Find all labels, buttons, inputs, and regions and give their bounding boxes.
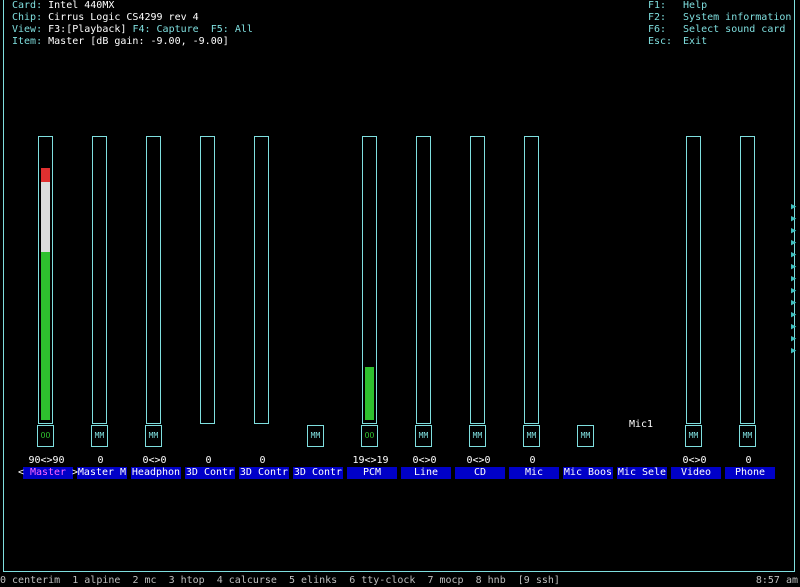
volume-fill-red	[41, 168, 50, 182]
volume-bar[interactable]	[686, 136, 701, 424]
mute-switch[interactable]: MM	[145, 425, 162, 447]
mute-switch[interactable]: OO	[361, 425, 378, 447]
volume-value: 0	[529, 455, 536, 466]
volume-bar[interactable]	[38, 136, 53, 424]
key-f1[interactable]: F1:	[648, 0, 677, 12]
view-playback[interactable]: F3:[Playback]	[48, 24, 126, 35]
card-value: Intel 440MX	[48, 0, 115, 11]
channel-name[interactable]: Mic Boos	[563, 467, 613, 479]
chip-label: Chip:	[12, 12, 43, 23]
scroll-arrow-icon: ▶	[791, 298, 797, 308]
channel-name[interactable]: 3D Contr	[239, 467, 289, 479]
mute-switch[interactable]: MM	[469, 425, 486, 447]
volume-value: 90<>90	[28, 455, 65, 466]
mute-switch[interactable]: OO	[37, 425, 54, 447]
nav-right-arrow: >	[72, 467, 79, 478]
key-f2-desc: System information	[683, 12, 792, 23]
chip-value: Cirrus Logic CS4299 rev 4	[48, 12, 199, 23]
mixer-info: Card: Intel 440MX Chip: Cirrus Logic CS4…	[12, 0, 253, 48]
volume-bar[interactable]	[254, 136, 269, 424]
view-capture[interactable]: F4: Capture	[132, 24, 198, 35]
volume-bar[interactable]	[740, 136, 755, 424]
mute-switch[interactable]: MM	[685, 425, 702, 447]
volume-value: 0	[259, 455, 266, 466]
volume-value: 0<>0	[412, 455, 437, 466]
scroll-arrow-icon: ▶	[791, 250, 797, 260]
volume-value: 0<>0	[142, 455, 167, 466]
key-f6-desc: Select sound card	[683, 24, 786, 35]
item-label: Item:	[12, 36, 43, 47]
key-f6[interactable]: F6:	[648, 24, 677, 36]
key-esc[interactable]: Esc:	[648, 36, 677, 48]
volume-bar[interactable]	[92, 136, 107, 424]
mute-switch[interactable]: MM	[307, 425, 324, 447]
volume-value: 19<>19	[352, 455, 389, 466]
mute-switch[interactable]: MM	[91, 425, 108, 447]
volume-fill-green	[41, 252, 50, 420]
scroll-arrow-icon: ▶	[791, 202, 797, 212]
scroll-arrow-icon: ▶	[791, 286, 797, 296]
volume-fill-green	[365, 366, 374, 420]
channel-name[interactable]: Master M	[77, 467, 127, 479]
scroll-arrow-icon: ▶	[791, 334, 797, 344]
mute-switch[interactable]: MM	[739, 425, 756, 447]
volume-value: 0	[205, 455, 212, 466]
key-help: F1: Help F2: System information F6: Sele…	[648, 0, 791, 48]
channel-name[interactable]: Mic Sele	[617, 467, 667, 479]
channel-name[interactable]: CD	[455, 467, 505, 479]
volume-bar[interactable]	[524, 136, 539, 424]
channel-name[interactable]: 3D Contr	[185, 467, 235, 479]
item-value: Master [dB gain: -9.00, -9.00]	[48, 36, 229, 47]
volume-value: 0<>0	[682, 455, 707, 466]
channel-name[interactable]: PCM	[347, 467, 397, 479]
volume-bar[interactable]	[362, 136, 377, 424]
channel-name[interactable]: Mic	[509, 467, 559, 479]
volume-fill-white	[41, 182, 50, 252]
volume-bar[interactable]	[200, 136, 215, 424]
clock: 8:57 am	[755, 575, 798, 586]
scroll-arrow-icon: ▶	[791, 310, 797, 320]
card-label: Card:	[12, 0, 43, 11]
channel-name[interactable]: Video	[671, 467, 721, 479]
volume-bar[interactable]	[470, 136, 485, 424]
nav-left-arrow: <	[18, 467, 25, 478]
scroll-indicator[interactable]: ▶ ▶ ▶ ▶ ▶ ▶ ▶ ▶ ▶ ▶ ▶ ▶ ▶	[791, 201, 800, 357]
mute-switch[interactable]: MM	[523, 425, 540, 447]
channel-name[interactable]: Phone	[725, 467, 775, 479]
mute-switch[interactable]: MM	[415, 425, 432, 447]
volume-value: 0	[97, 455, 104, 466]
key-f2[interactable]: F2:	[648, 12, 677, 24]
scroll-arrow-icon: ▶	[791, 262, 797, 272]
key-f1-desc: Help	[683, 0, 708, 11]
volume-value: 0<>0	[466, 455, 491, 466]
volume-bar[interactable]	[146, 136, 161, 424]
key-esc-desc: Exit	[683, 36, 708, 47]
volume-value: 0	[745, 455, 752, 466]
channel-name[interactable]: Master	[23, 467, 73, 479]
channel-name[interactable]: 3D Contr	[293, 467, 343, 479]
channel-name[interactable]: Headphon	[131, 467, 181, 479]
enum-value[interactable]: Mic1	[629, 419, 653, 431]
scroll-arrow-icon: ▶	[791, 214, 797, 224]
scroll-arrow-icon: ▶	[791, 322, 797, 332]
channel-name[interactable]: Line	[401, 467, 451, 479]
view-all[interactable]: F5: All	[211, 24, 253, 35]
scroll-arrow-icon: ▶	[791, 346, 797, 356]
scroll-arrow-icon: ▶	[791, 274, 797, 284]
screen-window-list[interactable]: 0 centerim 1 alpine 2 mc 3 htop 4 calcur…	[0, 575, 560, 586]
scroll-arrow-icon: ▶	[791, 238, 797, 248]
scroll-arrow-icon: ▶	[791, 226, 797, 236]
mixer-frame	[3, 0, 795, 572]
screen-status-bar: 0 centerim 1 alpine 2 mc 3 htop 4 calcur…	[0, 575, 800, 587]
volume-bar[interactable]	[416, 136, 431, 424]
view-label: View:	[12, 24, 43, 35]
mute-switch[interactable]: MM	[577, 425, 594, 447]
